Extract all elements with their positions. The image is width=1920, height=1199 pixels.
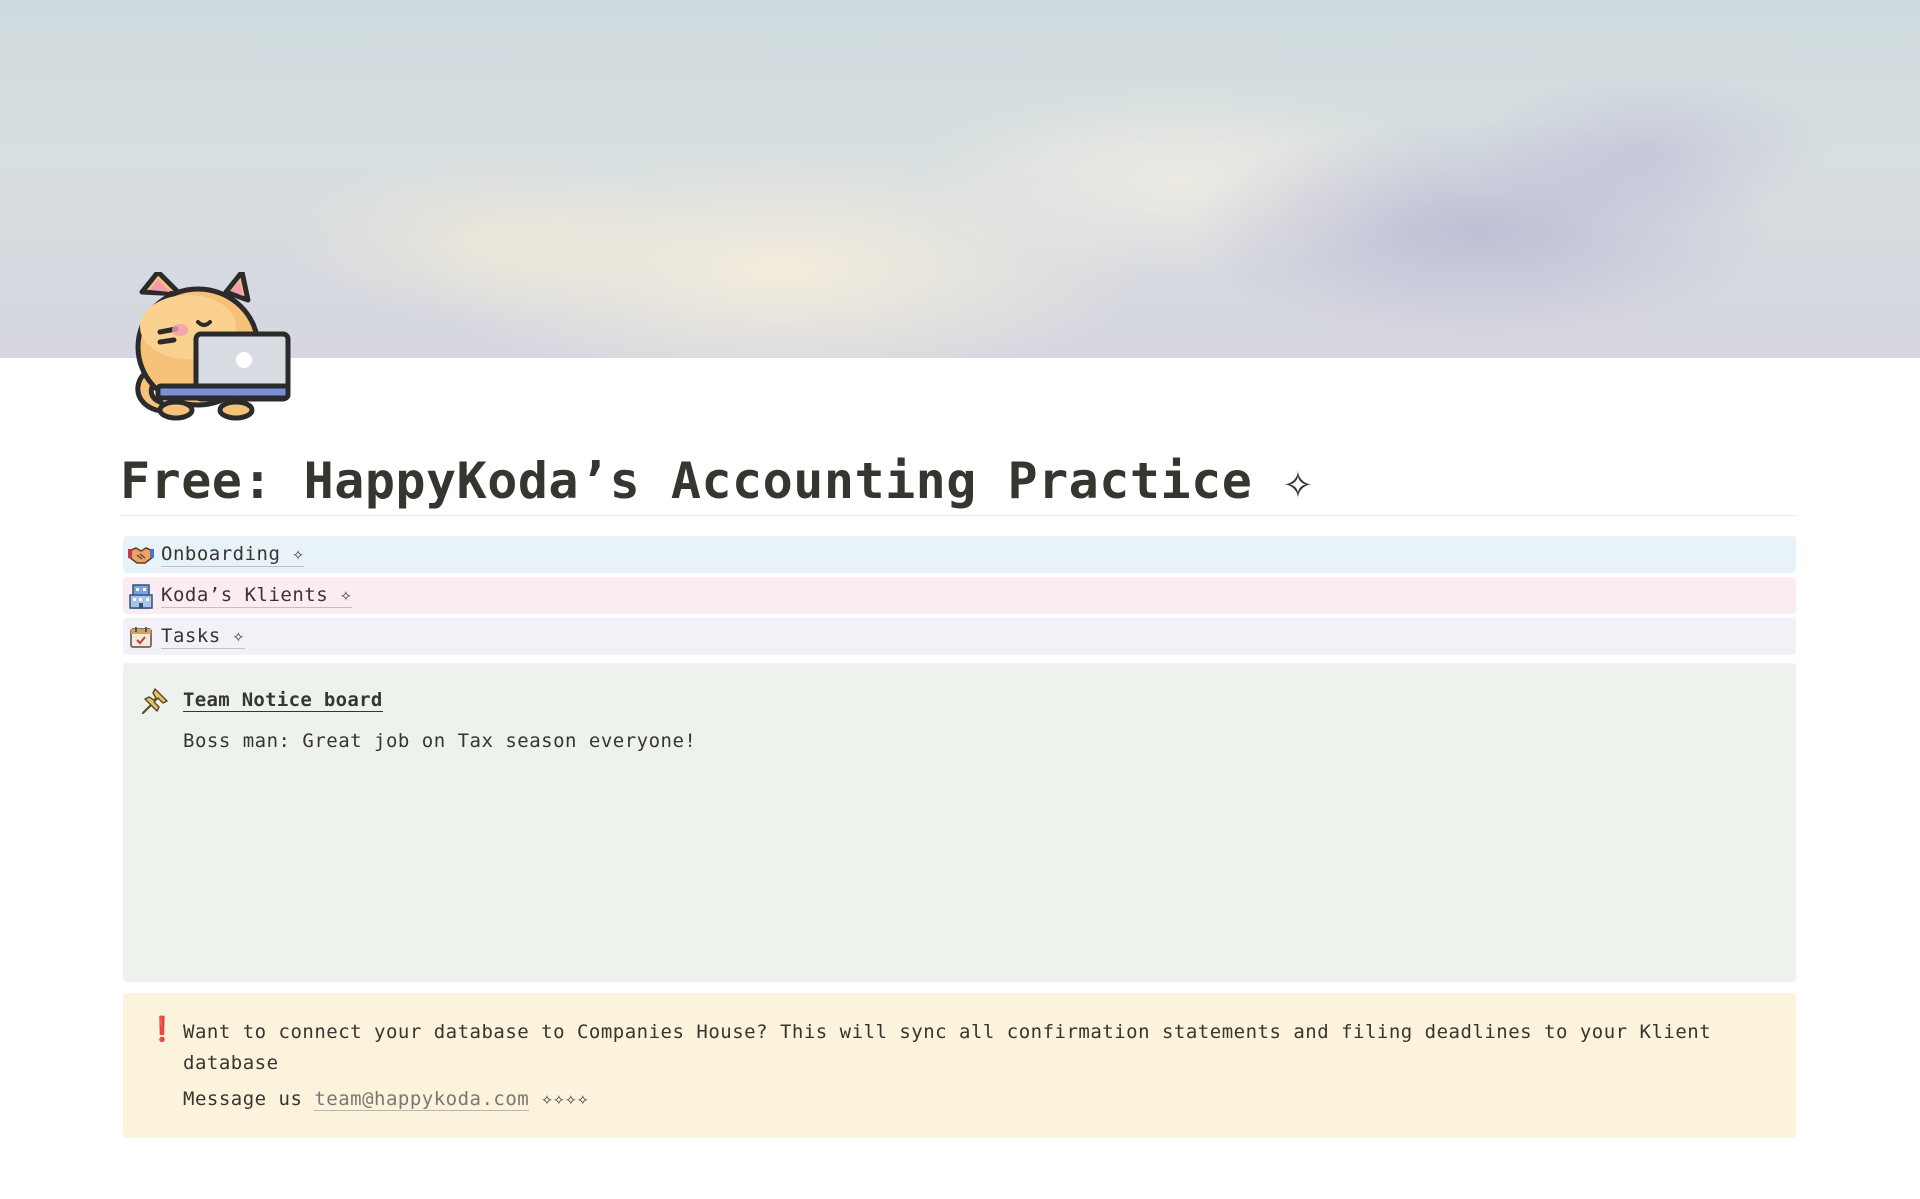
link-tasks-label[interactable]: Tasks ✧ [161, 625, 245, 649]
message-suffix: ✧✧✧✧ [541, 1088, 589, 1110]
message-prefix: Message us [183, 1088, 303, 1110]
page-title: Free: HappyKoda’s Accounting Practice ✧ [120, 452, 1314, 510]
notice-board-callout: Team Notice board Boss man: Great job on… [123, 663, 1796, 982]
cat-with-laptop-icon[interactable] [128, 269, 298, 422]
exclamation-icon: ❗ [147, 1015, 177, 1043]
calendar-icon [127, 623, 155, 651]
link-kodas-klients-label[interactable]: Koda’s Klients ✧ [161, 584, 353, 608]
title-divider [120, 515, 1796, 516]
companies-house-callout: ❗ Want to connect your database to Compa… [123, 993, 1796, 1138]
handshake-icon [127, 541, 155, 569]
link-onboarding[interactable]: Onboarding ✧ [123, 536, 1796, 573]
office-building-icon [127, 582, 155, 610]
link-tasks[interactable]: Tasks ✧ [123, 618, 1796, 655]
link-onboarding-label[interactable]: Onboarding ✧ [161, 543, 305, 567]
notice-board-heading[interactable]: Team Notice board [183, 689, 383, 712]
notice-board-message: Boss man: Great job on Tax season everyo… [183, 730, 697, 752]
pushpin-icon [141, 685, 171, 715]
link-kodas-klients[interactable]: Koda’s Klients ✧ [123, 577, 1796, 614]
email-link[interactable]: team@happykoda.com [314, 1088, 530, 1111]
message-line: Message us team@happykoda.com ✧✧✧✧ [183, 1088, 589, 1111]
alert-text: Want to connect your database to Compani… [183, 1021, 1712, 1074]
